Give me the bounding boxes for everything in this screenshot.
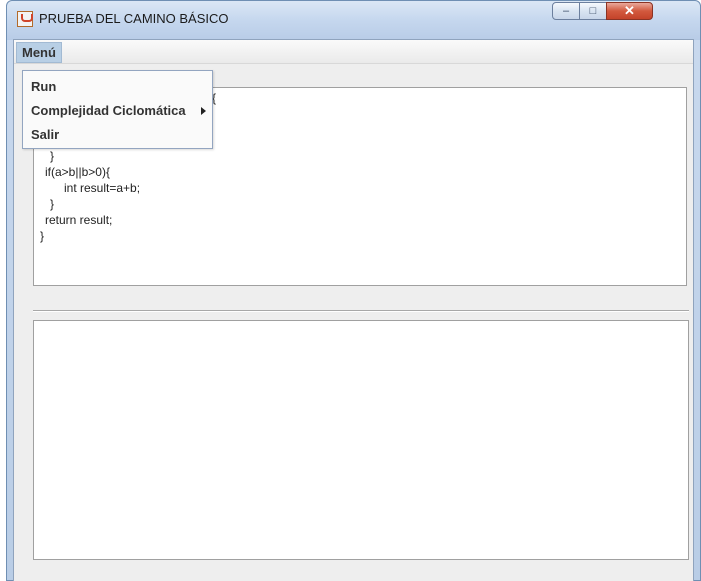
window-controls: – □ ✕ — [552, 2, 653, 20]
menu-item-run[interactable]: Run — [31, 79, 56, 94]
code-line: return result; — [45, 213, 113, 227]
minimize-button[interactable]: – — [552, 2, 580, 20]
split-divider-highlight — [33, 311, 689, 312]
code-line: } — [50, 197, 55, 211]
code-line: int result=a+b; — [64, 181, 141, 195]
submenu-arrow-icon — [201, 107, 206, 115]
maximize-icon: □ — [589, 5, 597, 17]
minimize-icon: – — [562, 5, 570, 17]
result-textarea[interactable] — [33, 320, 689, 560]
menu-item-complejidad[interactable]: Complejidad Ciclomática — [31, 103, 186, 118]
code-line: } — [50, 149, 55, 163]
window-title: PRUEBA DEL CAMINO BÁSICO — [39, 11, 229, 26]
code-line: if(a>b||b>0){ — [45, 165, 110, 179]
menu-button[interactable]: Menú — [16, 42, 62, 63]
maximize-button[interactable]: □ — [579, 2, 607, 20]
close-button[interactable]: ✕ — [606, 2, 653, 20]
menu-bar: Menú — [14, 40, 693, 64]
menu-dropdown: Run Complejidad Ciclomática Salir — [22, 70, 213, 149]
close-icon: ✕ — [624, 3, 635, 18]
code-line: } — [40, 229, 45, 243]
menu-item-salir[interactable]: Salir — [31, 127, 59, 142]
java-app-icon[interactable] — [17, 11, 33, 27]
